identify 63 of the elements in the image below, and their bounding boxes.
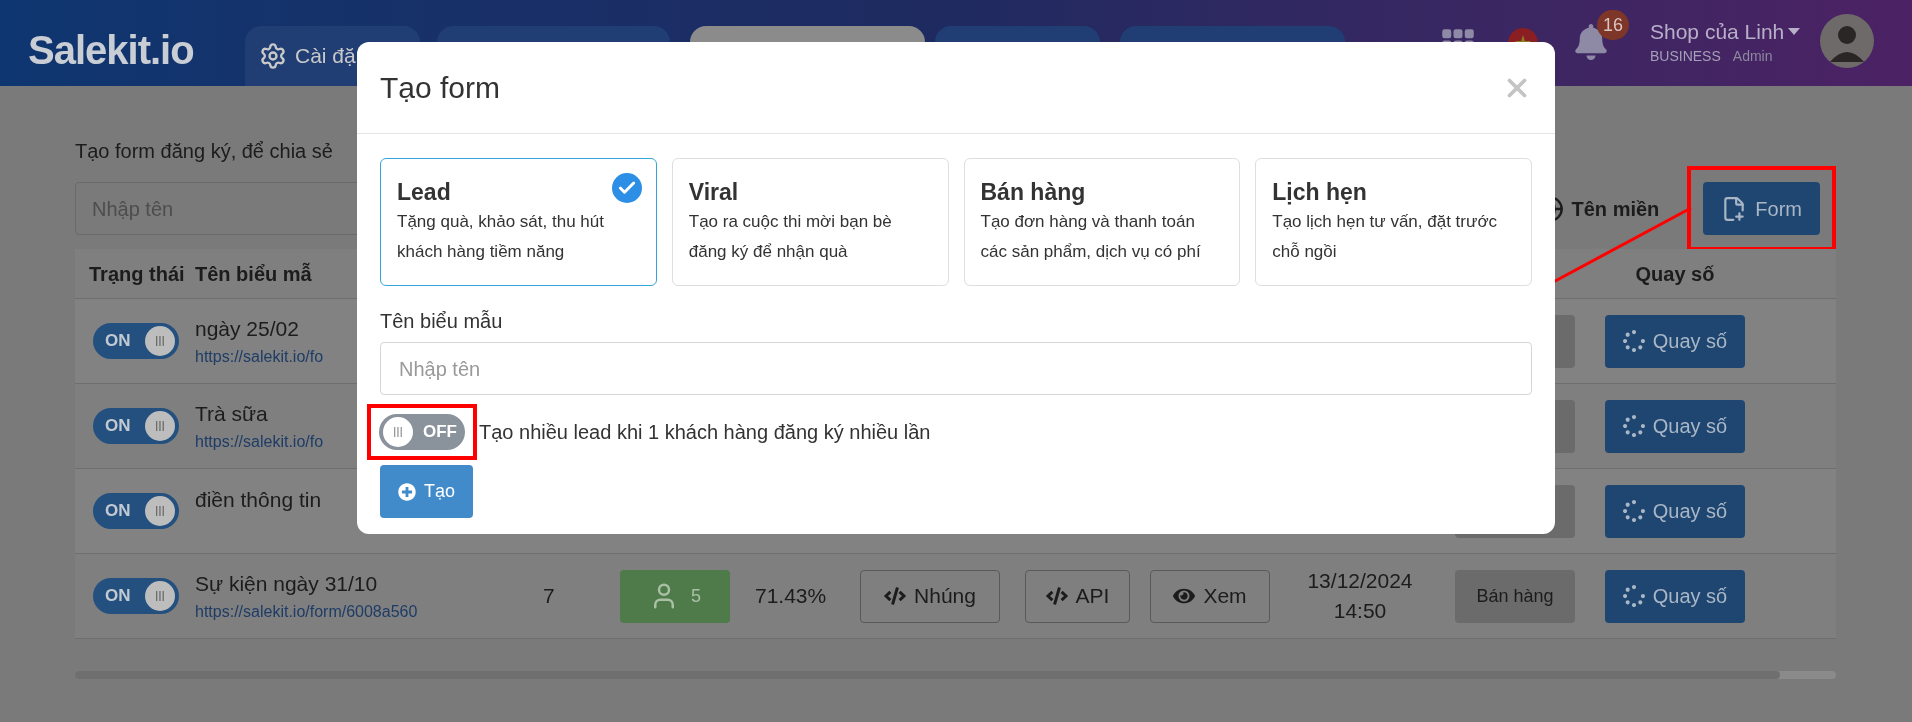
grip-icon (155, 421, 165, 431)
view-button[interactable]: Xem (1150, 569, 1270, 623)
table-cell: 71.43% (755, 584, 827, 608)
card-title: Bán hàng (980, 178, 1086, 207)
avatar[interactable] (1820, 14, 1874, 68)
column-header: Tên biểu mẫ (195, 261, 313, 287)
date-text: 13/12/2024 (1307, 568, 1413, 594)
notification-count: 16 (1597, 10, 1630, 40)
type-tag: Bán hàng (1455, 569, 1575, 623)
intro-text: Tạo form đăng ký, để chia sẻ (75, 139, 334, 164)
form-type-card[interactable]: Viral Tạo ra cuộc thi mời bạn bè đăng ký để nhận quà (671, 158, 949, 286)
draw-button[interactable]: Quay số (1605, 569, 1745, 623)
logo[interactable]: Salekit.io (28, 20, 194, 80)
form-name: Sự kiện ngày 31/10 (195, 571, 378, 598)
card-description: Tạo đơn hàng và thanh toán các sản phẩm, dịch vụ có phí (980, 211, 1202, 263)
column-header: Trạng thái (88, 261, 186, 287)
embed-button[interactable]: Nhúng (860, 569, 1000, 623)
spinner-icon (1622, 585, 1645, 607)
card-title: Lịch hẹn (1272, 178, 1367, 207)
shop-name[interactable]: Shop của Linh (1650, 16, 1785, 48)
spinner-icon (1622, 330, 1645, 352)
gear-icon (259, 42, 287, 70)
column-header: Quay số (1634, 261, 1716, 287)
toggle-label: Tạo nhiều lead khi 1 khách hàng đăng ký nhiều lần (479, 420, 931, 445)
grip-icon (155, 336, 165, 346)
create-button[interactable]: Tạo (380, 465, 473, 518)
form-name: ngày 25/02 (195, 316, 299, 343)
spinner-icon (1622, 500, 1645, 522)
api-button[interactable]: API (1025, 569, 1130, 623)
spinner-icon (1622, 415, 1645, 437)
grip-icon (155, 591, 165, 601)
draw-button[interactable]: Quay số (1605, 484, 1745, 538)
draw-button[interactable]: Quay số (1605, 314, 1745, 368)
draw-button[interactable]: Quay số (1605, 399, 1745, 453)
code-icon (1045, 585, 1068, 607)
form-type-card[interactable]: Lead Tặng quà, khảo sát, thu hút khách hàng tiềm năng (380, 158, 657, 286)
card-description: Tạo lịch hẹn tư vấn, đặt trước chỗ ngồi (1272, 211, 1499, 263)
caret-icon[interactable] (1788, 27, 1801, 36)
role-label: Admin (1732, 46, 1773, 66)
toggle-switch[interactable]: OFF (379, 414, 465, 450)
form-name: Trà sữa (195, 401, 268, 428)
card-title: Viral (688, 178, 739, 207)
toggle-switch[interactable]: ON (93, 408, 179, 444)
toggle-switch[interactable]: ON (93, 578, 179, 614)
field-label: Tên biểu mẫu (380, 309, 504, 334)
check-icon (611, 173, 642, 203)
table-cell: 7 (543, 584, 555, 608)
lead-count-badge[interactable]: 5 (620, 569, 730, 623)
form-type-card[interactable]: Lịch hẹn Tạo lịch hẹn tư vấn, đặt trước chỗ ngồi (1255, 158, 1532, 286)
toggle-switch[interactable]: ON (93, 323, 179, 359)
form-type-card[interactable]: Bán hàng Tạo đơn hàng và thanh toán các sản phẩm, dịch vụ có phí (963, 158, 1241, 286)
code-icon (884, 585, 907, 607)
grip-icon (155, 506, 165, 516)
time-text: 14:50 (1333, 598, 1387, 624)
form-name: điền thông tin (195, 487, 322, 514)
card-description: Tạo ra cuộc thi mời bạn bè đăng ký để nhận quà (688, 211, 893, 263)
name-input[interactable]: Nhập tên (380, 342, 1532, 395)
toggle-switch[interactable]: ON (93, 493, 179, 529)
new-form-button[interactable]: Form (1703, 182, 1820, 235)
form-link[interactable]: https://salekit.io/form/6008a560 (195, 599, 515, 624)
plan-label: BUSINESS (1650, 46, 1721, 66)
grip-icon (393, 427, 403, 437)
horizontal-scrollbar[interactable] (75, 671, 1836, 679)
